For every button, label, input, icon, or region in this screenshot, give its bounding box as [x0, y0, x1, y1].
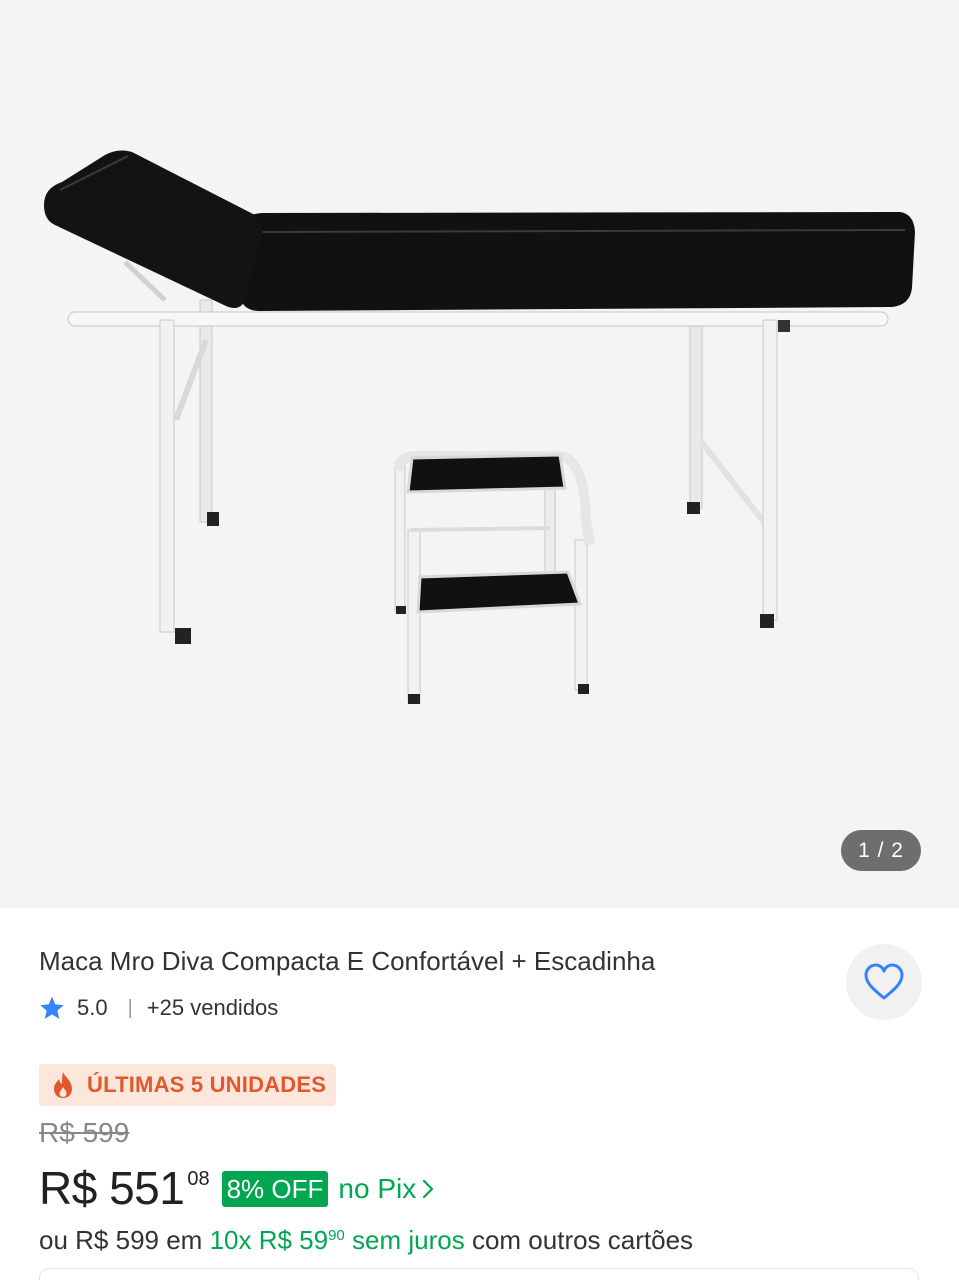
rating-row[interactable]: 5.0 | +25 vendidos [39, 992, 278, 1024]
installments-info: ou R$ 599 em 10x R$ 5990 sem juros com o… [39, 1225, 693, 1256]
rating-separator: | [127, 996, 133, 1019]
fire-icon [54, 1072, 72, 1098]
product-title: Maca Mro Diva Compacta E Confortável + E… [39, 946, 656, 976]
installments-suffix: com outros cartões [471, 1225, 694, 1255]
installments-plan: 10x R$ 5990 [209, 1225, 345, 1255]
last-units-badge: ÚLTIMAS 5 UNIDADES [39, 1064, 337, 1106]
star-icon [40, 996, 64, 1019]
favorite-button[interactable] [846, 944, 922, 1020]
heart-icon [864, 963, 904, 1000]
pix-label: no Pix [338, 1173, 417, 1204]
product-image [44, 150, 915, 704]
current-price-cents: 08 [187, 1168, 210, 1190]
sold-count: +25 vendidos [146, 995, 279, 1020]
product-image-gallery[interactable]: 1 / 2 [0, 0, 959, 908]
rating-score: 5.0 [77, 995, 108, 1020]
discount-badge: 8% OFF [221, 1171, 329, 1207]
installments-prefix: ou R$ 599 em [39, 1225, 203, 1255]
current-price: R$ 551 [39, 1162, 185, 1214]
installments-plan-cents: 90 [328, 1227, 345, 1244]
original-price: R$ 599 [39, 1117, 130, 1148]
next-section-card [39, 1268, 919, 1280]
pix-link[interactable]: no Pix [338, 1173, 434, 1205]
installments-interest: sem juros [352, 1225, 465, 1255]
chevron-right-icon [423, 1179, 434, 1199]
badge-text: ÚLTIMAS 5 UNIDADES [87, 1072, 327, 1097]
price-row: R$ 551 08 8% OFF no Pix [39, 1158, 434, 1218]
image-counter: 1 / 2 [841, 830, 921, 871]
